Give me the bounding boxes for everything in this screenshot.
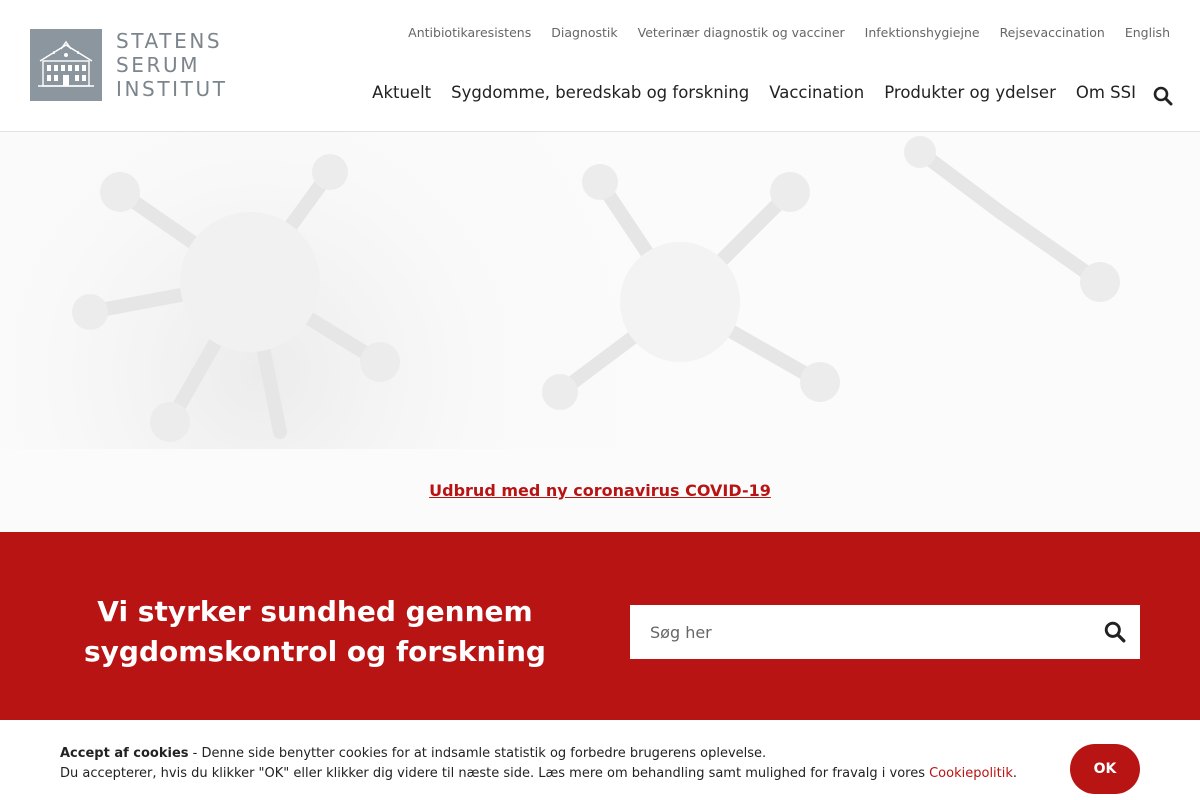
cookie-line-1: - Denne side benytter cookies for at ind… [188, 746, 767, 761]
topnav-link-rejsevaccination[interactable]: Rejsevaccination [1000, 25, 1105, 40]
topnav-link-infektionshygiejne[interactable]: Infektionshygiejne [865, 25, 980, 40]
site-header: STATENS SERUM INSTITUT Antibiotikaresist… [0, 0, 1200, 132]
site-logo[interactable]: STATENS SERUM INSTITUT [30, 29, 228, 101]
logo-line-1: STATENS [116, 29, 223, 53]
alert-band: Udbrud med ny coronavirus COVID-19 [0, 449, 1200, 532]
search-box [630, 605, 1140, 659]
cookie-ok-button[interactable]: OK [1070, 744, 1140, 794]
cookie-period: . [1012, 766, 1018, 781]
mainnav-link-produkter[interactable]: Produkter og ydelser [884, 83, 1056, 102]
logo-line-3: INSTITUT [116, 77, 228, 101]
utility-nav: Antibiotikaresistens Diagnostik Veterinæ… [408, 25, 1170, 40]
main-nav: Aktuelt Sygdomme, beredskab og forskning… [372, 83, 1136, 102]
mainnav-link-vaccination[interactable]: Vaccination [769, 83, 864, 102]
logo-line-2: SERUM [116, 53, 201, 77]
mission-line-2: sygdomskontrol og forskning [84, 635, 546, 668]
cookie-text: Accept af cookies - Denne side benytter … [60, 744, 1017, 784]
topnav-link-diagnostik[interactable]: Diagnostik [551, 25, 617, 40]
virus-illustration [72, 136, 1120, 442]
search-input[interactable] [630, 605, 1090, 659]
topnav-link-english[interactable]: English [1125, 25, 1170, 40]
logo-wordmark: STATENS SERUM INSTITUT [116, 29, 228, 101]
topnav-link-veterinaer[interactable]: Veterinær diagnostik og vacciner [638, 25, 845, 40]
building-icon [30, 29, 102, 101]
mainnav-link-sygdomme[interactable]: Sygdomme, beredskab og forskning [451, 83, 749, 102]
cookie-title: Accept af cookies [60, 746, 189, 761]
mission-heading: Vi styrker sundhed gennem sygdomskontrol… [60, 592, 570, 672]
search-icon [1104, 621, 1126, 643]
mainnav-link-om-ssi[interactable]: Om SSI [1076, 83, 1136, 102]
mission-line-1: Vi styrker sundhed gennem [97, 595, 533, 628]
cookie-banner: Accept af cookies - Denne side benytter … [0, 720, 1200, 800]
search-button[interactable] [1104, 621, 1126, 643]
search-icon[interactable] [1153, 86, 1173, 106]
cookie-policy-link[interactable]: Cookiepolitik [929, 766, 1013, 781]
cookie-line-2: Du accepterer, hvis du klikker "OK" elle… [60, 766, 930, 781]
topnav-link-antibiotikaresistens[interactable]: Antibiotikaresistens [408, 25, 531, 40]
covid-alert-link[interactable]: Udbrud med ny coronavirus COVID-19 [429, 481, 771, 500]
mainnav-link-aktuelt[interactable]: Aktuelt [372, 83, 431, 102]
hero-image [0, 132, 1200, 449]
